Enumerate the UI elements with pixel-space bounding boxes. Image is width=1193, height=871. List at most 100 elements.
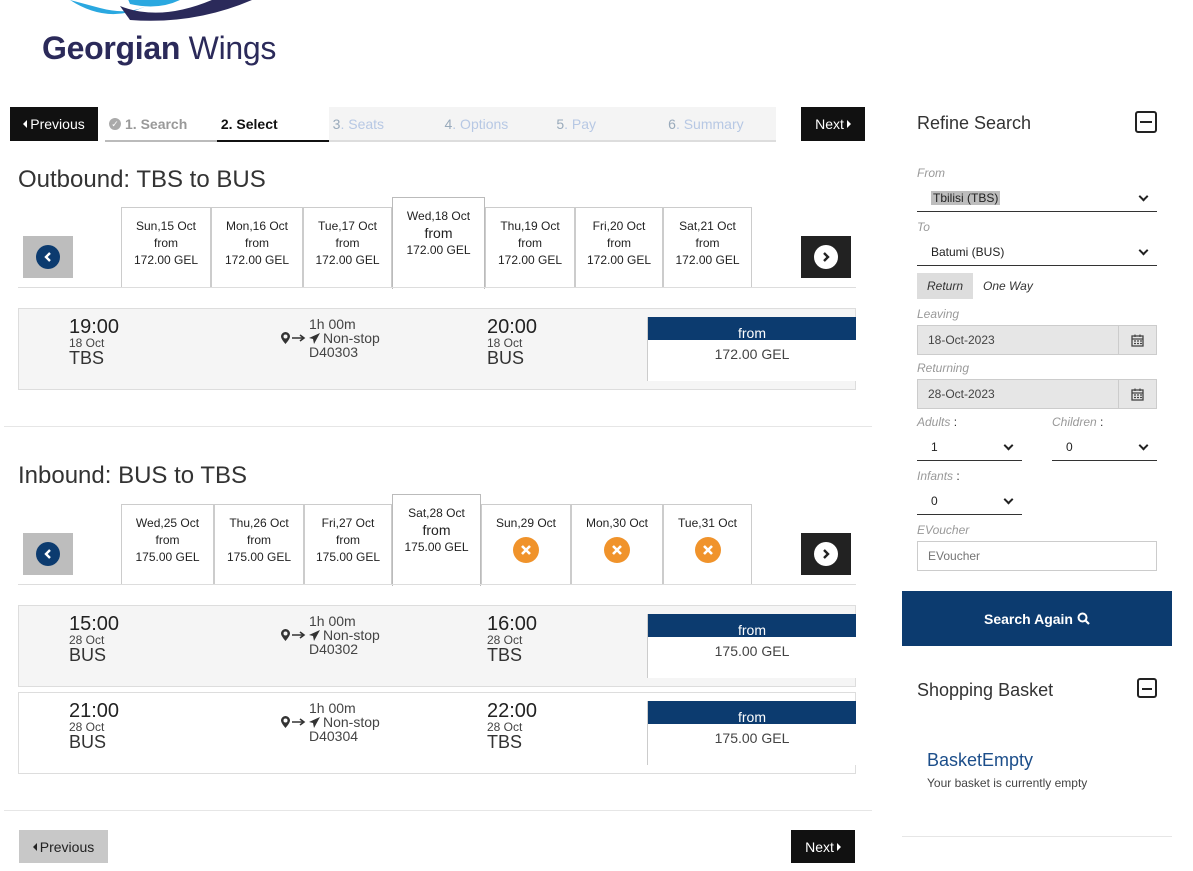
arrival-code: BUS [487, 348, 525, 368]
step-search[interactable]: ✓ 1. Search [105, 107, 217, 142]
fare-select-button[interactable]: from 175.00 GEL [647, 614, 856, 678]
date-price: 172.00 GEL [675, 253, 740, 267]
fare-from: from [648, 701, 856, 725]
bottom-previous-button[interactable]: Previous [19, 830, 108, 863]
shopping-basket-title: Shopping Basket [917, 680, 1054, 700]
outbound-date-tab-selected[interactable]: Wed,18 Oct from 172.00 GEL [392, 197, 485, 289]
inbound-next-dates-button[interactable] [801, 533, 851, 575]
inbound-date-tab-unavailable: Sun,29 Oct [481, 504, 571, 584]
divider [4, 426, 872, 427]
to-value: Batumi (BUS) [931, 244, 1005, 259]
date-day: Sun,29 Oct [495, 516, 557, 530]
bottom-next-button[interactable]: Next [791, 830, 855, 863]
flight-row: 19:00 18 Oct TBS 1h 00m Non-stop D40303 … [18, 308, 856, 390]
previous-button[interactable]: Previous [10, 107, 98, 141]
collapse-icon[interactable] [1137, 678, 1157, 698]
flight-number: D40302 [309, 641, 359, 657]
departure-time: 19:00 [69, 316, 120, 338]
date-day: Mon,30 Oct [585, 516, 649, 530]
date-from: from [155, 533, 180, 547]
collapse-icon[interactable] [1135, 111, 1157, 133]
next-button[interactable]: Next [801, 107, 865, 141]
divider [902, 836, 1172, 837]
outbound-prev-dates-button[interactable] [23, 236, 73, 278]
date-day: Sun,15 Oct [135, 219, 197, 233]
date-from: from [154, 236, 178, 250]
date-day: Thu,26 Oct [229, 516, 289, 530]
fare-select-button[interactable]: from 175.00 GEL [647, 701, 856, 765]
outbound-next-dates-button[interactable] [801, 236, 851, 278]
calendar-icon[interactable] [1118, 326, 1156, 354]
step-pay: 5. Pay [552, 107, 665, 142]
stops: Non-stop [323, 330, 380, 346]
infants-value: 0 [931, 493, 938, 508]
children-select[interactable]: 0 [1052, 433, 1157, 461]
inbound-date-tab-selected[interactable]: Sat,28 Oct from 175.00 GEL [392, 494, 481, 586]
departure: 15:00 28 Oct BUS [69, 614, 119, 664]
divider [18, 584, 856, 585]
search-icon [1077, 612, 1090, 625]
caret-left-icon [32, 842, 37, 851]
plane-icon [309, 716, 320, 728]
outbound-date-tab[interactable]: Thu,19 Oct from 172.00 GEL [485, 207, 575, 287]
step-summary: 6. Summary [664, 107, 776, 142]
wing-logo-icon [70, 0, 252, 21]
map-marker-icon [281, 716, 290, 728]
from-value: Tbilisi (TBS) [931, 190, 1001, 205]
outbound-date-tab[interactable]: Mon,16 Oct from 172.00 GEL [211, 207, 303, 287]
adults-label: Adults : [917, 415, 958, 429]
inbound-prev-dates-button[interactable] [23, 533, 73, 575]
outbound-date-tab[interactable]: Sat,21 Oct from 172.00 GEL [663, 207, 752, 287]
arrow-right-icon [292, 718, 306, 726]
flight-row: 21:00 28 Oct BUS 1h 00m Non-stop D40304 … [18, 692, 856, 774]
outbound-date-tab[interactable]: Sun,15 Oct from 172.00 GEL [121, 207, 211, 287]
outbound-date-tab[interactable]: Fri,20 Oct from 172.00 GEL [575, 207, 663, 287]
inbound-date-tab[interactable]: Fri,27 Oct from 175.00 GEL [304, 504, 392, 584]
chevron-down-icon [1003, 494, 1014, 505]
previous-label: Previous [39, 838, 95, 855]
times-circle-icon [513, 537, 539, 563]
stops: Non-stop [323, 714, 380, 730]
map-marker-icon [281, 629, 290, 641]
inbound-date-tab[interactable]: Wed,25 Oct from 175.00 GEL [121, 504, 214, 584]
step-select[interactable]: 2. Select [216, 107, 329, 142]
inbound-date-tab[interactable]: Thu,26 Oct from 175.00 GEL [214, 504, 304, 584]
refine-search-title: Refine Search [917, 113, 1032, 133]
departure-code: TBS [69, 348, 105, 368]
return-option[interactable]: Return [917, 273, 974, 299]
caret-left-icon [23, 120, 28, 128]
chevron-down-icon [1138, 191, 1149, 202]
date-day: Sat,28 Oct [408, 506, 465, 520]
arrival-time: 20:00 [487, 316, 538, 338]
returning-date-field[interactable]: 28-Oct-2023 [917, 379, 1157, 409]
search-again-button[interactable]: Search Again [902, 591, 1172, 646]
date-from: from [607, 236, 631, 250]
leaving-date-field[interactable]: 18-Oct-2023 [917, 325, 1157, 355]
times-circle-icon [694, 537, 721, 563]
date-day: Wed,18 Oct [406, 209, 471, 223]
infants-label: Infants : [917, 469, 960, 483]
divider [18, 287, 856, 288]
one-way-option[interactable]: One Way [973, 273, 1043, 299]
flight-number: D40304 [309, 728, 359, 744]
to-select[interactable]: Batumi (BUS) [917, 238, 1157, 266]
chevron-left-icon [36, 542, 60, 566]
route: Non-stop [281, 331, 380, 345]
outbound-date-tab[interactable]: Tue,17 Oct from 172.00 GEL [303, 207, 392, 287]
arrival: 16:00 28 Oct TBS [487, 614, 537, 664]
evoucher-input[interactable] [917, 541, 1157, 571]
departure-time: 21:00 [69, 700, 120, 722]
date-from: from [695, 236, 720, 250]
fare-select-button[interactable]: from 172.00 GEL [647, 317, 856, 381]
calendar-icon[interactable] [1118, 380, 1156, 408]
date-day: Fri,20 Oct [592, 219, 646, 233]
infants-select[interactable]: 0 [917, 487, 1022, 515]
from-label: From [917, 166, 945, 180]
logo[interactable]: Georgian Wings [40, 0, 280, 72]
basket-empty-title: BasketEmpty [927, 750, 1034, 770]
adults-select[interactable]: 1 [917, 433, 1022, 461]
route: Non-stop [281, 715, 380, 729]
returning-date-value: 28-Oct-2023 [928, 387, 995, 401]
date-price: 175.00 GEL [315, 550, 381, 564]
from-select[interactable]: Tbilisi (TBS) [917, 184, 1157, 212]
